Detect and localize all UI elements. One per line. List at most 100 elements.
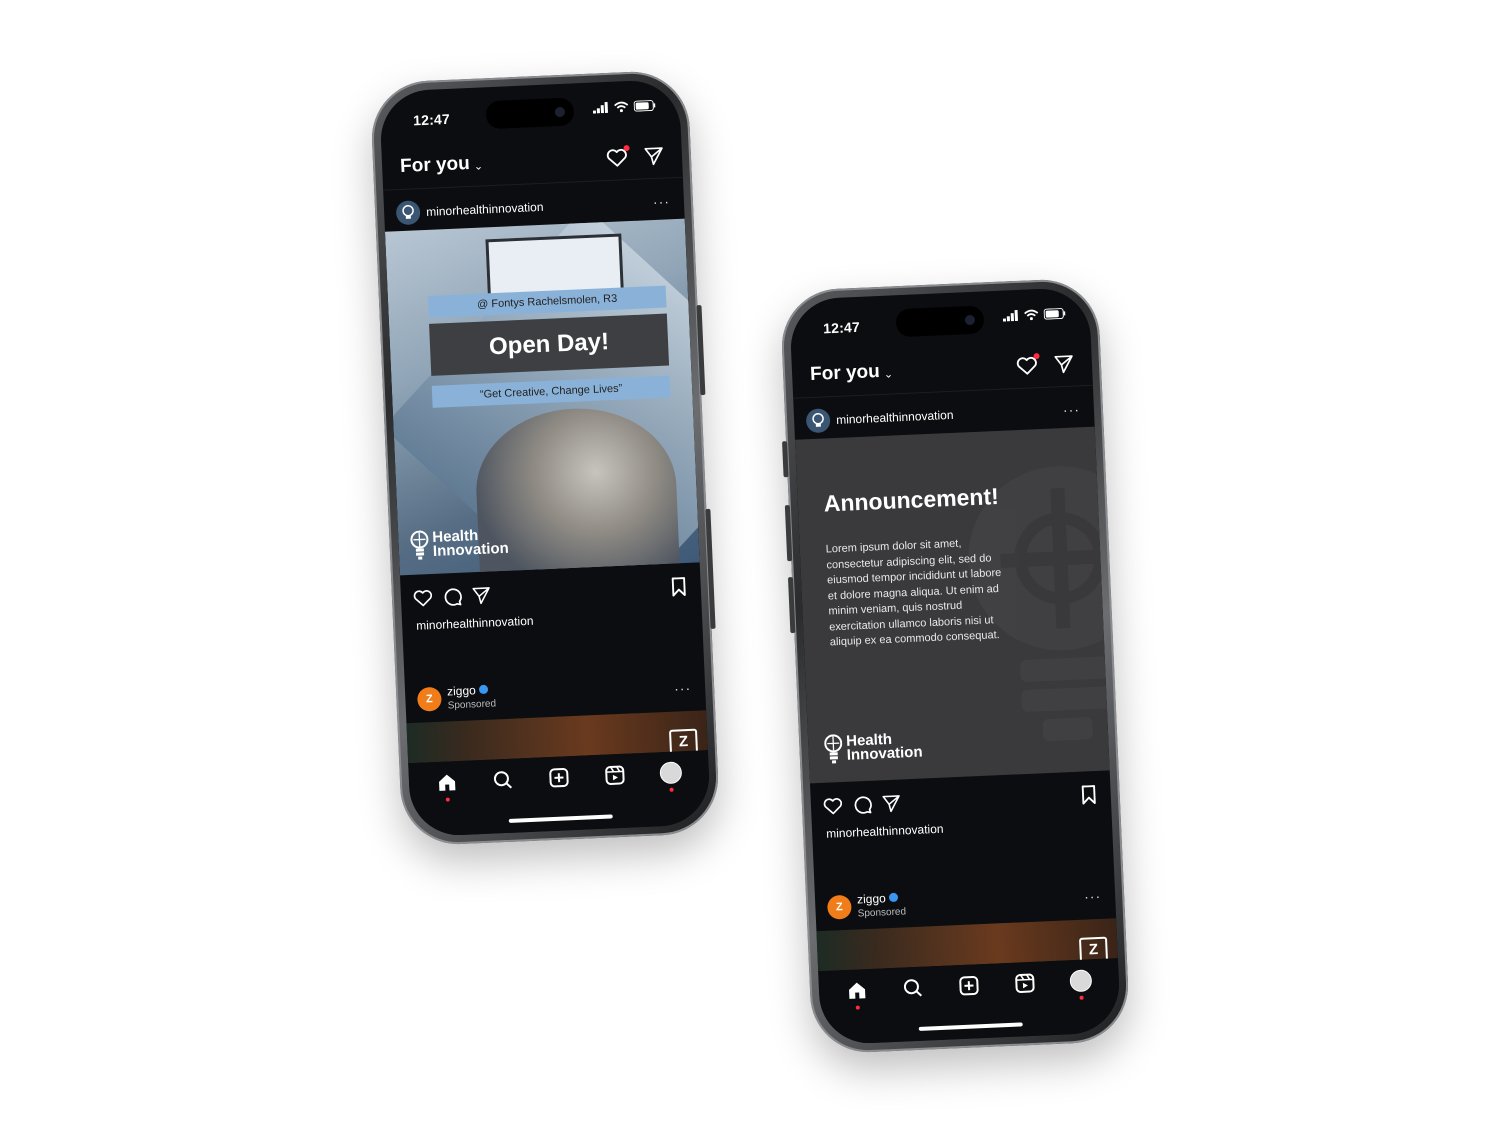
ad-username[interactable]: ziggo bbox=[447, 683, 476, 698]
announcement-body: Lorem ipsum dolor sit amet, consectetur … bbox=[825, 537, 1002, 649]
verified-icon bbox=[478, 684, 488, 694]
battery-icon bbox=[633, 100, 656, 112]
battery-icon bbox=[1043, 308, 1066, 320]
nav-profile[interactable] bbox=[657, 759, 684, 792]
verified-icon bbox=[888, 892, 898, 902]
lightbulb-icon bbox=[812, 412, 824, 427]
post-image[interactable]: Announcement! Lorem ipsum dolor sit amet… bbox=[794, 426, 1110, 784]
feed-header: For you ⌄ bbox=[809, 348, 1074, 391]
more-options-icon[interactable]: ··· bbox=[653, 193, 671, 210]
notification-dot bbox=[669, 787, 674, 792]
reels-icon bbox=[1015, 973, 1035, 993]
notification-dot bbox=[445, 797, 450, 802]
nav-reels[interactable] bbox=[1011, 970, 1038, 997]
more-options-icon[interactable]: ··· bbox=[674, 680, 692, 697]
wifi-icon bbox=[1024, 309, 1039, 321]
dynamic-island bbox=[485, 97, 575, 130]
comment-icon[interactable] bbox=[443, 586, 463, 606]
brand-logo: Health Innovation bbox=[824, 731, 923, 765]
notifications-button[interactable] bbox=[1016, 353, 1040, 376]
more-options-icon[interactable]: ··· bbox=[1084, 888, 1102, 905]
chevron-down-icon[interactable]: ⌄ bbox=[474, 159, 484, 172]
avatar[interactable]: Z bbox=[826, 894, 852, 920]
nav-create[interactable] bbox=[545, 764, 572, 791]
create-icon bbox=[549, 768, 569, 788]
signal-icon bbox=[592, 101, 609, 114]
phone-screen: 12:47 For you ⌄ minorhealthinnovation ··… bbox=[788, 286, 1122, 1046]
share-icon[interactable] bbox=[472, 585, 492, 605]
notification-dot bbox=[623, 145, 630, 152]
notifications-button[interactable] bbox=[606, 145, 630, 168]
status-time: 12:47 bbox=[822, 318, 861, 337]
home-icon bbox=[849, 982, 866, 999]
phone-screen: 12:47 For you ⌄ minorhealthinnovation ··… bbox=[378, 78, 712, 838]
more-options-icon[interactable]: ··· bbox=[1063, 401, 1081, 418]
like-icon[interactable] bbox=[413, 588, 434, 608]
power-button bbox=[696, 305, 706, 396]
phone-mockup-right: 12:47 For you ⌄ minorhealthinnovation ··… bbox=[779, 277, 1131, 1055]
bottom-navigation bbox=[818, 958, 1122, 1046]
caption-username[interactable]: minorhealthinnovation bbox=[826, 822, 944, 841]
nav-search[interactable] bbox=[899, 975, 926, 1002]
sponsored-label: Sponsored bbox=[857, 905, 907, 919]
status-time: 12:47 bbox=[412, 110, 451, 129]
post-username[interactable]: minorhealthinnovation bbox=[426, 200, 544, 219]
volume-down-button bbox=[787, 576, 796, 634]
post-actions bbox=[412, 573, 687, 611]
nav-reels[interactable] bbox=[601, 762, 628, 789]
avatar[interactable] bbox=[805, 408, 831, 434]
bookmark-icon[interactable] bbox=[1080, 784, 1097, 805]
post-username[interactable]: minorhealthinnovation bbox=[836, 408, 954, 427]
notification-dot bbox=[1033, 353, 1040, 360]
chevron-down-icon[interactable]: ⌄ bbox=[884, 367, 894, 380]
direct-message-icon[interactable] bbox=[1054, 354, 1075, 375]
caption-username[interactable]: minorhealthinnovation bbox=[416, 614, 534, 633]
sponsored-label: Sponsored bbox=[447, 697, 497, 711]
create-icon bbox=[959, 976, 979, 996]
direct-message-icon[interactable] bbox=[644, 146, 665, 167]
feed-header: For you ⌄ bbox=[399, 140, 664, 183]
post-actions bbox=[822, 781, 1097, 819]
profile-avatar bbox=[659, 761, 683, 785]
ad-header: Z ziggo Sponsored ··· bbox=[416, 673, 692, 715]
lightbulb-icon bbox=[410, 530, 429, 560]
bookmark-icon[interactable] bbox=[670, 576, 687, 597]
comment-icon[interactable] bbox=[853, 794, 873, 814]
dynamic-island bbox=[895, 305, 985, 338]
ad-header: Z ziggo Sponsored ··· bbox=[826, 881, 1102, 923]
nav-home[interactable] bbox=[434, 769, 461, 802]
feed-title[interactable]: For you bbox=[810, 361, 881, 386]
status-icons bbox=[1002, 308, 1066, 322]
search-icon bbox=[493, 771, 513, 789]
profile-avatar bbox=[1069, 969, 1093, 993]
lightbulb-icon bbox=[824, 734, 843, 764]
signal-icon bbox=[1002, 309, 1019, 322]
brand-logo: Health Innovation bbox=[410, 527, 509, 561]
share-icon[interactable] bbox=[882, 793, 902, 813]
feed-title[interactable]: For you bbox=[400, 153, 471, 178]
volume-up-button bbox=[784, 505, 793, 562]
action-button bbox=[782, 441, 789, 478]
nav-create[interactable] bbox=[955, 972, 982, 999]
post-image[interactable]: @ Fontys Rachelsmolen, R3 Open Day! “Get… bbox=[384, 218, 700, 576]
camera-icon bbox=[554, 106, 566, 118]
nav-search[interactable] bbox=[489, 767, 516, 794]
avatar[interactable]: Z bbox=[416, 686, 442, 712]
status-icons bbox=[592, 100, 656, 114]
like-icon[interactable] bbox=[823, 796, 844, 816]
phone-mockup-left: 12:47 For you ⌄ minorhealthinnovation ··… bbox=[369, 69, 721, 847]
headline-banner: Open Day! bbox=[429, 313, 670, 376]
nav-home[interactable] bbox=[844, 977, 871, 1010]
bottom-navigation bbox=[408, 750, 712, 838]
brand-line2: Innovation bbox=[432, 539, 510, 560]
side-button bbox=[705, 508, 716, 629]
home-icon bbox=[439, 774, 456, 791]
nav-profile[interactable] bbox=[1067, 967, 1094, 1000]
search-icon bbox=[903, 979, 923, 997]
wifi-icon bbox=[614, 101, 629, 113]
notification-dot bbox=[1079, 995, 1084, 1000]
camera-icon bbox=[964, 314, 976, 326]
ad-username[interactable]: ziggo bbox=[857, 891, 886, 906]
reels-icon bbox=[605, 765, 625, 785]
avatar[interactable] bbox=[395, 200, 421, 226]
